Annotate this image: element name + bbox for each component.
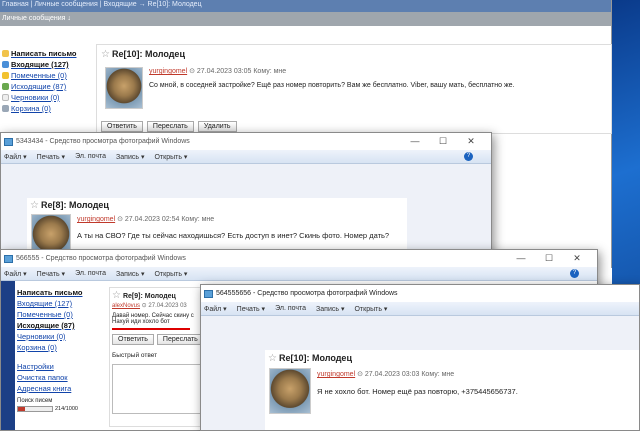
menu-burn[interactable]: Запись ▾ [116,153,144,161]
delete-button[interactable]: Удалить [197,121,237,132]
photo-viewer-window-3: 564555656 - Средство просмотра фотографи… [200,284,640,431]
image-area: ☆ Re[10]: Молодец yurgingomel ⊙ 27.04.202… [201,316,639,430]
trash-link[interactable]: Корзина (0) [2,103,90,114]
author-link[interactable]: yurgingomel [149,68,187,75]
menu-open[interactable]: Открыть ▾ [154,270,187,278]
inbox-link: Входящие (127) [17,299,73,308]
message-body: Я не хохло бот. Номер ещё раз повторю, +… [317,387,518,396]
message-subject: ☆ Re[9]: Молодец [112,290,176,301]
app-icon [204,289,213,298]
menu-file[interactable]: Файл ▾ [4,270,27,278]
section-tab[interactable]: Личные сообщения ↓ [0,12,611,26]
compose-link: Написать письмо [17,288,83,297]
star-icon [2,72,9,79]
message-body: Со мной, в соседней застройке? Ещё раз н… [149,82,515,89]
storage-label: Поиск писем [17,398,53,404]
message-subject: ☆ Re[10]: Молодец [268,353,352,364]
menu-open[interactable]: Открыть ▾ [354,305,387,313]
maximize-button[interactable]: ☐ [535,252,563,264]
menu-bar: Файл ▾ Печать ▾ Эл. почта Запись ▾ Открыть ▾… [1,150,491,164]
close-button[interactable]: ✕ [457,135,485,147]
red-underline [112,328,190,330]
title-bar: 5343434 - Средство просмотра фотографий … [1,133,491,150]
mail-sidebar: Написать письмо Входящие (127) Помеченны… [17,287,105,412]
message-actions: Ответить Переслать [112,334,204,345]
star-icon: ☆ [30,200,39,211]
outbox-icon [2,83,9,90]
menu-print[interactable]: Печать ▾ [37,270,65,278]
menu-open[interactable]: Открыть ▾ [154,153,187,161]
menu-burn[interactable]: Запись ▾ [316,305,344,313]
message-subject: ☆ Re[8]: Молодец [30,200,109,211]
message-actions: Ответить Переслать Удалить [101,121,237,132]
inbox-icon [2,61,9,68]
drafts-icon [2,94,9,101]
message-meta: alexNovus ⊙ 27.04.2023 03 [112,303,187,309]
message-body: Давай номер. Сейчас скину с Нахуй иди хо… [112,313,194,325]
forward-button[interactable]: Переслать [146,121,194,132]
message-meta: yurgingomel ⊙ 27.04.2023 03:05 Кому: мне [149,68,287,75]
star-icon: ☆ [268,353,277,364]
clean-folders-link: Очистка папок [17,373,68,382]
outbox-link[interactable]: Исходящие (87) [2,81,90,92]
drafts-link: Черновики (0) [17,332,66,341]
breadcrumb: Главная | Личные сообщения | Входящие → … [0,0,611,12]
help-icon[interactable]: ? [464,152,473,161]
star-icon: ☆ [112,290,121,301]
avatar [269,368,311,414]
author-link: yurgingomel [317,371,356,378]
quick-reply-label: Быстрый ответ [112,352,158,359]
maximize-button[interactable]: ☐ [429,135,457,147]
inbox-link[interactable]: Входящие (127) [2,59,90,70]
menu-bar: Файл ▾ Печать ▾ Эл. почта Запись ▾ Открыть ▾ [201,302,639,316]
trash-icon [2,105,9,112]
outbox-link: Исходящие (87) [17,321,75,330]
close-button[interactable]: ✕ [563,252,591,264]
compose-link[interactable]: Написать письмо [2,48,90,59]
title-bar: 564555656 - Средство просмотра фотографи… [201,285,639,302]
minimize-button[interactable]: — [401,135,429,147]
menu-email[interactable]: Эл. почта [75,153,106,160]
trash-link: Корзина (0) [17,343,57,352]
mail-sidebar: Написать письмо Входящие (127) Помеченны… [2,48,90,114]
storage-bar: 214/1000 [17,406,105,412]
menu-email[interactable]: Эл. почта [275,305,306,312]
message-panel: ☆ Re[10]: Молодец yurgingomel ⊙ 27.04.202… [96,44,612,134]
menu-file[interactable]: Файл ▾ [4,153,27,161]
drafts-link[interactable]: Черновики (0) [2,92,90,103]
address-book-link: Адресная книга [17,384,72,393]
menu-print[interactable]: Печать ▾ [37,153,65,161]
menu-file[interactable]: Файл ▾ [204,305,227,313]
help-icon[interactable]: ? [570,269,579,278]
starred-link[interactable]: Помеченные (0) [2,70,90,81]
starred-link: Помеченные (0) [17,310,73,319]
minimize-button[interactable]: — [507,252,535,264]
message-body: А ты на СВО? Где ты сейчас находишься? Е… [77,231,390,240]
message-meta: yurgingomel ⊙ 27.04.2023 02:54 Кому: мне [77,216,215,223]
star-icon[interactable]: ☆ [101,49,110,60]
message-panel: ☆ Re[9]: Молодец alexNovus ⊙ 27.04.2023 0… [109,287,209,427]
quick-reply-box [112,364,206,414]
message-card: ☆ Re[10]: Молодец yurgingomel ⊙ 27.04.202… [265,350,639,430]
app-icon [4,137,13,146]
forward-button: Переслать [156,334,204,345]
reply-button: Ответить [112,334,154,345]
image-left-edge [1,281,15,430]
menu-bar: Файл ▾ Печать ▾ Эл. почта Запись ▾ Открыть ▾… [1,267,597,281]
reply-button[interactable]: Ответить [101,121,143,132]
compose-icon [2,50,9,57]
app-icon [4,254,13,263]
message-subject: ☆ Re[10]: Молодец [101,49,185,60]
message-meta: yurgingomel ⊙ 27.04.2023 03:03 Кому: мне [317,371,455,378]
photo-viewer-window-1: 5343434 - Средство просмотра фотографий … [0,132,492,268]
avatar [105,67,143,109]
title-bar: 566555 - Средство просмотра фотографий W… [1,250,597,267]
settings-link: Настройки [17,362,54,371]
menu-email[interactable]: Эл. почта [75,270,106,277]
author-link: yurgingomel [77,216,116,223]
menu-print[interactable]: Печать ▾ [237,305,265,313]
menu-burn[interactable]: Запись ▾ [116,270,144,278]
